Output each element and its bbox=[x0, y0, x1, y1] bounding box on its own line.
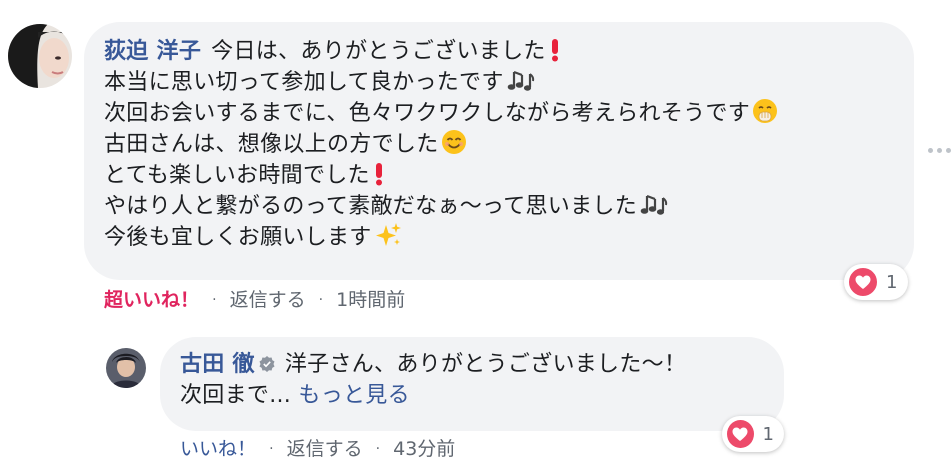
comment-author-name[interactable]: 荻迫 洋子 bbox=[104, 39, 201, 64]
comment-text: 洋子さん、ありがとうございました〜！ bbox=[284, 352, 687, 377]
music-notes-icon bbox=[506, 69, 536, 93]
comment-line: 次回お会いするまでに、色々ワクワクしながら考えられそうです bbox=[104, 98, 892, 129]
separator-dot: · bbox=[318, 292, 324, 308]
reaction-count-badge[interactable]: 1 bbox=[844, 264, 908, 300]
music-notes-icon bbox=[639, 193, 669, 217]
reply-actions: いいね！ · 返信する · 43分前 bbox=[180, 434, 455, 461]
reaction-count: 1 bbox=[762, 423, 774, 445]
comment-bubble: 荻迫 洋子 今日は、ありがとうございました 本当に思い切って参加して良かったです … bbox=[84, 22, 914, 280]
separator-dot: · bbox=[212, 292, 217, 308]
separator-dot: · bbox=[269, 441, 274, 457]
comment-line: 本当に思い切って参加して良かったです bbox=[104, 67, 892, 98]
comment-text: 本当に思い切って参加して良かったです bbox=[104, 70, 504, 95]
reply-avatar[interactable] bbox=[106, 348, 146, 388]
comment-line: やはり人と繋がるのって素敵だなぁ〜って思いました bbox=[104, 191, 892, 222]
sparkles-icon bbox=[374, 222, 402, 248]
comment-text: 今後も宜しくお願いします bbox=[104, 225, 372, 250]
separator-dot: · bbox=[375, 441, 381, 457]
comment-text: 次回まで... bbox=[180, 383, 292, 408]
exclamation-icon bbox=[548, 38, 562, 62]
reaction-count: 1 bbox=[886, 271, 898, 293]
hand-over-mouth-icon bbox=[752, 98, 778, 124]
reply-author-name[interactable]: 古田 徹 bbox=[180, 352, 255, 377]
comment-line: 古田 徹 洋子さん、ありがとうございました〜！ bbox=[180, 349, 764, 380]
reply-bubble: 古田 徹 洋子さん、ありがとうございました〜！ 次回まで... もっと見る bbox=[160, 337, 784, 431]
commenter-avatar[interactable] bbox=[8, 24, 72, 88]
comment-line: 今後も宜しくお願いします bbox=[104, 222, 892, 253]
reply-link[interactable]: 返信する bbox=[230, 289, 306, 311]
love-reaction-link[interactable]: 超いいね！ bbox=[104, 289, 199, 311]
verified-badge-icon bbox=[259, 350, 275, 372]
reply-link[interactable]: 返信する bbox=[287, 438, 363, 460]
reaction-count-badge[interactable]: 1 bbox=[722, 416, 784, 452]
comment-text: 古田さんは、想像以上の方でした bbox=[104, 132, 439, 157]
comment-line: 次回まで... もっと見る bbox=[180, 380, 764, 411]
comment-line: とても楽しいお時間でした bbox=[104, 160, 892, 191]
smile-icon bbox=[441, 129, 467, 155]
timestamp-link[interactable]: 43分前 bbox=[393, 438, 455, 460]
timestamp-link[interactable]: 1時間前 bbox=[336, 289, 405, 311]
comment-text: 次回お会いするまでに、色々ワクワクしながら考えられそうです bbox=[104, 101, 751, 126]
love-reaction-icon bbox=[848, 267, 878, 297]
comment-line: 古田さんは、想像以上の方でした bbox=[104, 129, 892, 160]
love-reaction-icon bbox=[726, 419, 755, 449]
comment-line: 荻迫 洋子 今日は、ありがとうございました bbox=[104, 36, 892, 67]
comment-text: やはり人と繋がるのって素敵だなぁ〜って思いました bbox=[104, 194, 638, 219]
more-options-icon[interactable] bbox=[928, 148, 951, 153]
comment-text: 今日は、ありがとうございました bbox=[211, 39, 546, 64]
like-link[interactable]: いいね！ bbox=[180, 438, 256, 460]
comment-actions: 超いいね！ · 返信する · 1時間前 bbox=[104, 285, 405, 312]
see-more-link[interactable]: もっと見る bbox=[298, 383, 410, 408]
exclamation-icon bbox=[372, 162, 386, 186]
comment-text: とても楽しいお時間でした bbox=[104, 163, 370, 188]
